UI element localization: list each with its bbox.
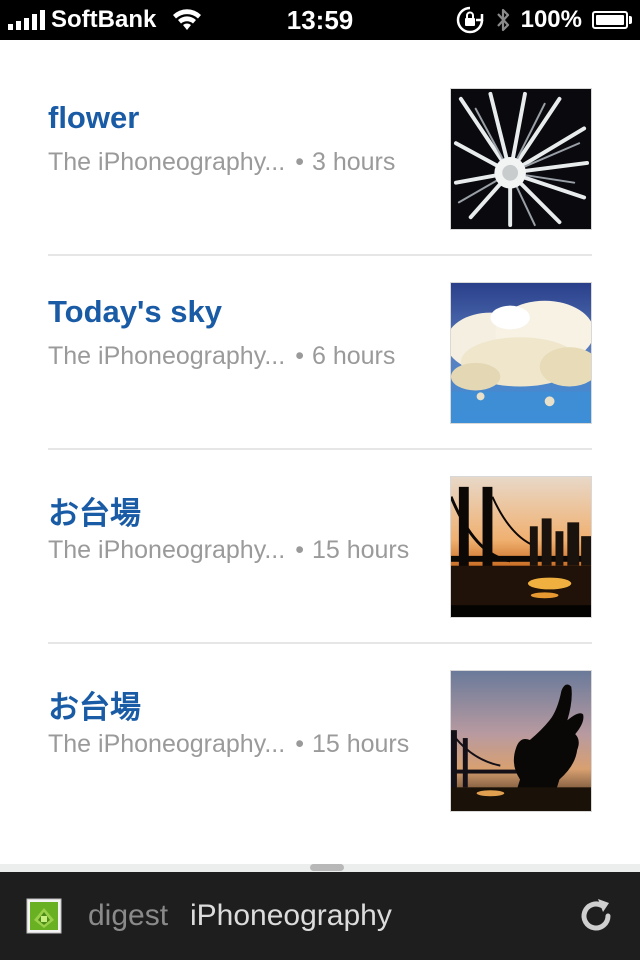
bluetooth-icon xyxy=(496,8,509,32)
article-age: 15 hours xyxy=(311,536,410,564)
refresh-icon[interactable] xyxy=(576,896,616,936)
article-item[interactable]: flower The iPhoneography... • 3 hours xyxy=(48,40,592,234)
feed-title[interactable]: iPhoneography xyxy=(190,872,392,960)
article-title[interactable]: お台場 xyxy=(48,682,141,727)
article-meta: The iPhoneography... • 6 hours xyxy=(48,342,395,371)
article-age: 3 hours xyxy=(311,148,396,176)
view-mode-label: digest xyxy=(88,899,169,932)
article-source: The iPhoneography... xyxy=(48,148,286,176)
article-meta: The iPhoneography... • 3 hours xyxy=(48,148,395,177)
article-thumbnail[interactable] xyxy=(450,476,592,618)
bottom-bar: digest iPhoneography xyxy=(0,872,640,960)
status-bar: SoftBank 13:59 100% xyxy=(0,0,640,40)
battery-icon xyxy=(592,11,632,29)
article-age: 15 hours xyxy=(311,730,410,758)
rotation-lock-icon xyxy=(456,6,483,34)
article-list: flower The iPhoneography... • 3 hours To… xyxy=(0,40,640,864)
status-right: 100% xyxy=(455,0,632,40)
article-thumbnail[interactable] xyxy=(450,670,592,812)
article-item[interactable]: お台場 The iPhoneography... • 15 hours xyxy=(48,428,592,622)
meta-separator: • xyxy=(295,148,304,176)
article-source: The iPhoneography... xyxy=(48,730,286,758)
meta-separator: • xyxy=(295,342,304,370)
article-title[interactable]: Today's sky xyxy=(48,294,222,330)
meta-separator: • xyxy=(295,730,304,758)
drag-handle[interactable] xyxy=(310,864,344,871)
feedly-logo-icon[interactable] xyxy=(26,898,62,934)
article-meta: The iPhoneography... • 15 hours xyxy=(48,536,409,565)
hand-sunset-photo xyxy=(451,671,591,811)
article-meta: The iPhoneography... • 15 hours xyxy=(48,730,409,759)
article-thumbnail[interactable] xyxy=(450,88,592,230)
article-item[interactable]: お台場 The iPhoneography... • 15 hours xyxy=(48,622,592,816)
article-age: 6 hours xyxy=(311,342,396,370)
flower-photo xyxy=(451,89,591,229)
article-source: The iPhoneography... xyxy=(48,342,286,370)
battery-percent: 100% xyxy=(520,6,582,33)
bridge-sunset-photo xyxy=(451,477,591,617)
article-title[interactable]: お台場 xyxy=(48,488,141,533)
article-source: The iPhoneography... xyxy=(48,536,286,564)
article-item[interactable]: Today's sky The iPhoneography... • 6 hours xyxy=(48,234,592,428)
meta-separator: • xyxy=(295,536,304,564)
article-title[interactable]: flower xyxy=(48,100,139,136)
article-thumbnail[interactable] xyxy=(450,282,592,424)
sky-photo xyxy=(451,283,591,423)
